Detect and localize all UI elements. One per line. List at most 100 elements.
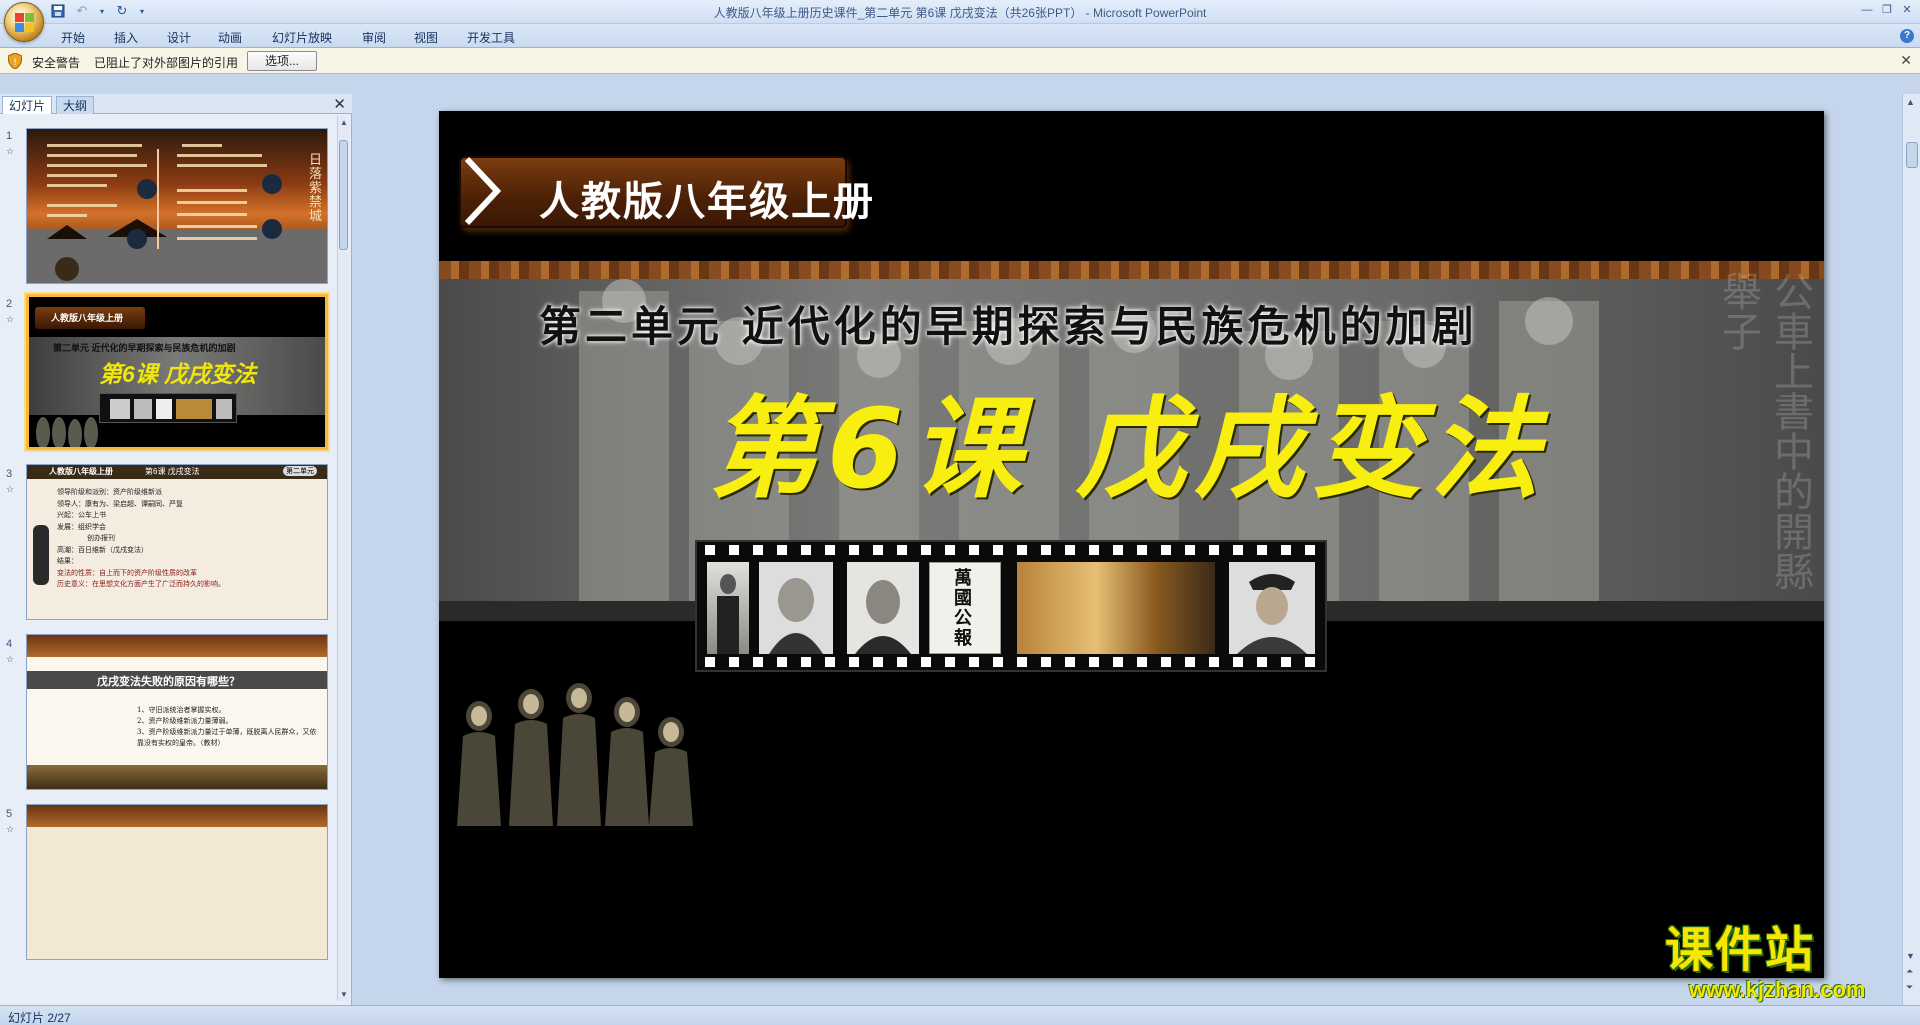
filmstrip: 萬國公報	[695, 540, 1327, 672]
slide-3-line: 历史意义：在思想文化方面产生了广泛而持久的影响。	[57, 580, 225, 588]
slide-number: 4	[6, 638, 13, 650]
film-holes-bottom	[705, 657, 1321, 667]
panel-tabs: 幻灯片 大纲 ✕	[0, 94, 352, 114]
slide-4-line: 2、资产阶级维新派力量薄弱。	[137, 717, 233, 725]
close-panel-icon[interactable]: ✕	[333, 95, 346, 113]
slide-3-line: 变法的性质：自上而下的资产阶级性质的改革	[57, 568, 197, 577]
slide-2-unit: 第二单元 近代化的早期探索与民族危机的加剧	[53, 343, 236, 353]
slide-3-header: 人教版八年级上册	[49, 467, 113, 476]
tab-developer[interactable]: 开发工具	[467, 29, 515, 46]
slide-thumbnail-5[interactable]	[26, 804, 328, 960]
slide-3-line: 领导阶级和派别：资产阶级维新派	[57, 488, 162, 496]
slide-number: 5	[6, 808, 13, 820]
slide-thumbnail-1[interactable]: 日落紫禁城	[26, 128, 328, 284]
slide-3-line: 领导人：康有为、梁启超、谭嗣同、严复	[57, 499, 183, 508]
document-title: 人教版八年级上册历史课件_第二单元 第6课 戊戌变法（共26张PPT）	[713, 6, 1083, 20]
slide-side-text: 公車上書中的開縣舉子	[1715, 271, 1813, 591]
status-bar: 幻灯片 2/27	[0, 1005, 1920, 1025]
slide-3-badge: 第二单元	[283, 466, 317, 476]
slide-4-line: 3、资产阶级维新派力量过于单薄，既脱离人民群众，又依靠没有实权的皇帝。（教材）	[137, 728, 317, 747]
slide-3-line: 高潮：百日维新（戊戌变法）	[57, 545, 148, 554]
slide-4-line: 1、守旧派统治者掌握实权。	[137, 706, 226, 714]
animation-star-icon: ☆	[6, 484, 15, 494]
unit-title: 第二单元 近代化的早期探索与民族危机的加剧	[539, 302, 1478, 351]
chevron-right-icon	[464, 156, 502, 226]
security-label: 安全警告	[32, 56, 81, 70]
slide-scrollbar[interactable]: ▲ ▼ ⏶ ⏷	[1902, 94, 1920, 1005]
watermark-url: www.kjzhan.com	[1689, 977, 1866, 1002]
decorative-border	[439, 261, 1824, 279]
security-options-button[interactable]: 选项...	[247, 51, 317, 71]
badge-title: 人教版八年级上册	[539, 179, 875, 225]
thumbnails-scrollbar[interactable]: ▲ ▼	[337, 116, 349, 1001]
scroll-thumb[interactable]	[339, 140, 348, 250]
minimize-icon[interactable]: —	[1858, 2, 1876, 18]
tab-insert[interactable]: 插入	[114, 29, 138, 46]
slide-3-line: 兴起：公车上书	[57, 511, 106, 519]
slide-number: 3	[6, 468, 13, 480]
site-watermark: 课件站 www.kjzhan.com	[1665, 923, 1915, 1003]
watermark-brand: 课件站	[1665, 922, 1816, 978]
slide-1-title: 日落紫禁城	[309, 153, 323, 224]
slide-3-line: 发展：组织学会	[57, 522, 106, 531]
close-icon[interactable]: ✕	[1898, 2, 1916, 18]
restore-icon[interactable]: ❐	[1878, 2, 1896, 18]
slide-thumbnail-4[interactable]: 戊戌变法失败的原因有哪些？ 1、守旧派统治者掌握实权。 2、资产阶级维新派力量薄…	[26, 634, 328, 790]
slide-thumbnails: 1 ☆ 日落紫禁城 2 ☆ 人教版八年级上册 第二单元 近代化的早期探索与民族危…	[0, 116, 338, 1001]
slide-3-line: 结果：	[57, 557, 78, 565]
office-logo-icon	[15, 13, 35, 33]
animation-star-icon: ☆	[6, 314, 15, 324]
film-holes-top	[705, 545, 1321, 555]
newspaper-image: 萬國公報	[929, 562, 1001, 654]
tab-design[interactable]: 设计	[167, 29, 191, 46]
scroll-thumb[interactable]	[1906, 142, 1918, 168]
slide-4-question: 戊戌变法失败的原因有哪些？	[97, 676, 240, 688]
tab-slides[interactable]: 幻灯片	[2, 96, 53, 114]
slide-3-line: 创办报刊	[87, 534, 115, 542]
slide-number: 1	[6, 130, 13, 142]
slide-2-lesson: 第6课 戊戌变法	[99, 361, 257, 387]
animation-star-icon: ☆	[6, 654, 15, 664]
portrait-image	[707, 562, 749, 654]
slide-editing-area: 公車上書中的開縣舉子 人教版八年级上册 第二单元 近代化的早期探索与民族危机的加…	[353, 94, 1902, 1005]
emperor-portrait-image	[1229, 562, 1315, 654]
lesson-title: 第6课 戊戌变法	[709, 385, 1548, 513]
tab-review[interactable]: 审阅	[362, 29, 386, 46]
scroll-up-icon[interactable]: ▲	[1906, 97, 1915, 107]
slides-panel: 幻灯片 大纲 ✕ 1 ☆ 日落紫禁城 2 ☆ 人教版八年级上册 第二单元 近代化…	[0, 94, 352, 1005]
slide-3-lesson: 第6课 戊戌变法	[145, 467, 200, 476]
current-slide[interactable]: 公車上書中的開縣舉子 人教版八年级上册 第二单元 近代化的早期探索与民族危机的加…	[439, 111, 1824, 978]
scroll-up-icon[interactable]: ▲	[340, 118, 348, 127]
portrait-image	[759, 562, 833, 654]
svg-text:!: !	[13, 58, 17, 68]
slide-number: 2	[6, 298, 13, 310]
scroll-down-icon[interactable]: ▼	[340, 990, 348, 999]
slide-thumbnail-2[interactable]: 人教版八年级上册 第二单元 近代化的早期探索与民族危机的加剧 第6课 戊戌变法	[26, 294, 328, 450]
slide-thumbnail-3[interactable]: 人教版八年级上册 第6课 戊戌变法 第二单元 领导阶级和派别：资产阶级维新派 领…	[26, 464, 328, 620]
security-message: 已阻止了对外部图片的引用	[94, 56, 239, 70]
people-group-image	[457, 683, 693, 826]
security-warning-bar: ! 安全警告 已阻止了对外部图片的引用 选项... ✕	[0, 48, 1920, 74]
tab-slideshow[interactable]: 幻灯片放映	[272, 29, 332, 46]
close-security-bar-icon[interactable]: ✕	[1900, 52, 1912, 69]
court-scene-image	[1017, 562, 1215, 654]
portrait-image	[847, 562, 919, 654]
ribbon-tabs: 开始 插入 设计 动画 幻灯片放映 审阅 视图 开发工具 ?	[0, 24, 1920, 48]
newspaper-title: 萬國公報	[954, 568, 972, 649]
window-controls: — ❐ ✕	[1858, 2, 1916, 18]
office-button[interactable]	[4, 2, 44, 42]
help-icon[interactable]: ?	[1900, 29, 1914, 43]
shield-icon: !	[8, 53, 22, 69]
tab-view[interactable]: 视图	[414, 29, 438, 46]
app-name: Microsoft PowerPoint	[1093, 6, 1207, 20]
title-bar: ↶ ▾ ↻ ▾ 人教版八年级上册历史课件_第二单元 第6课 戊戌变法（共26张P…	[0, 0, 1920, 42]
tab-animations[interactable]: 动画	[218, 29, 242, 46]
slide-1-artwork	[27, 144, 327, 283]
animation-star-icon: ☆	[6, 824, 15, 834]
animation-star-icon: ☆	[6, 146, 15, 156]
slide-2-badge: 人教版八年级上册	[51, 313, 124, 323]
window-title: 人教版八年级上册历史课件_第二单元 第6课 戊戌变法（共26张PPT） - Mi…	[713, 6, 1207, 20]
tab-home[interactable]: 开始	[61, 29, 85, 46]
slide-2-figures	[36, 417, 98, 447]
tab-outline[interactable]: 大纲	[56, 96, 95, 114]
